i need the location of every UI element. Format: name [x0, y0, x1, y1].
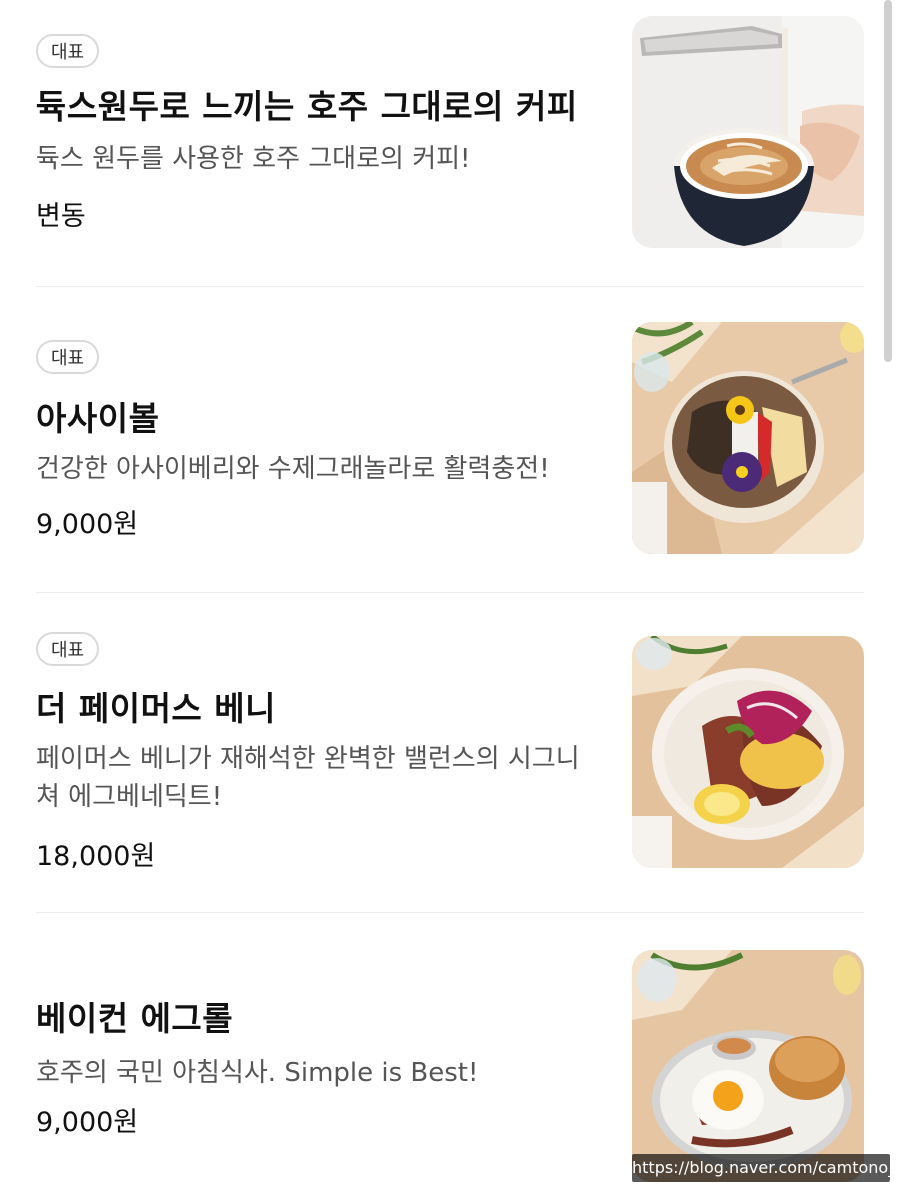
menu-item-coffee[interactable]: 대표 듁스원두로 느끼는 호주 그대로의 커피 듁스 원두를 사용한 호주 그대… [36, 16, 864, 248]
menu-item-image-bacon-egg-roll[interactable] [632, 950, 864, 1182]
menu-item-description: 호주의 국민 아침식사. Simple is Best! [36, 1058, 479, 1088]
menu-item-bacon-egg-roll[interactable]: 베이컨 에그롤 호주의 국민 아침식사. Simple is Best! 9,0… [36, 950, 864, 1182]
item-divider [36, 286, 864, 287]
menu-item-description: 건강한 아사이베리와 수제그래놀라로 활력충전! [36, 454, 550, 484]
menu-item-price: 9,000원 [36, 1107, 139, 1138]
menu-item-price: 18,000원 [36, 841, 156, 872]
menu-item-description: 듁스 원두를 사용한 호주 그대로의 커피! [36, 144, 471, 174]
watermark: https://blog.naver.com/camtono_ [632, 1154, 896, 1182]
menu-list: 대표 듁스원두로 느끼는 호주 그대로의 커피 듁스 원두를 사용한 호주 그대… [0, 0, 900, 1192]
scrollbar[interactable] [884, 0, 892, 362]
menu-item-image-eggs-benedict[interactable] [632, 636, 864, 868]
menu-item-image-coffee[interactable] [632, 16, 864, 248]
menu-item-title: 듁스원두로 느끼는 호주 그대로의 커피 [36, 87, 578, 126]
menu-item-title: 아사이볼 [36, 399, 160, 438]
item-divider [36, 912, 864, 913]
menu-item-description: 페이머스 베니가 재해석한 완벽한 밸런스의 시그니쳐 에그베네딕트! [36, 744, 580, 812]
item-divider [36, 592, 864, 593]
signature-badge: 대표 [36, 340, 100, 374]
signature-badge: 대표 [36, 632, 100, 666]
menu-item-price: 9,000원 [36, 509, 139, 540]
signature-badge: 대표 [36, 34, 100, 68]
menu-item-title: 더 페이머스 베니 [36, 689, 276, 728]
menu-item-acai-bowl[interactable]: 대표 아사이볼 건강한 아사이베리와 수제그래놀라로 활력충전! 9,000원 [36, 322, 864, 554]
menu-item-eggs-benedict[interactable]: 대표 더 페이머스 베니 페이머스 베니가 재해석한 완벽한 밸런스의 시그니쳐… [36, 632, 864, 872]
menu-item-title: 베이컨 에그롤 [36, 999, 234, 1038]
menu-item-image-acai-bowl[interactable] [632, 322, 864, 554]
menu-item-price: 변동 [36, 201, 86, 232]
